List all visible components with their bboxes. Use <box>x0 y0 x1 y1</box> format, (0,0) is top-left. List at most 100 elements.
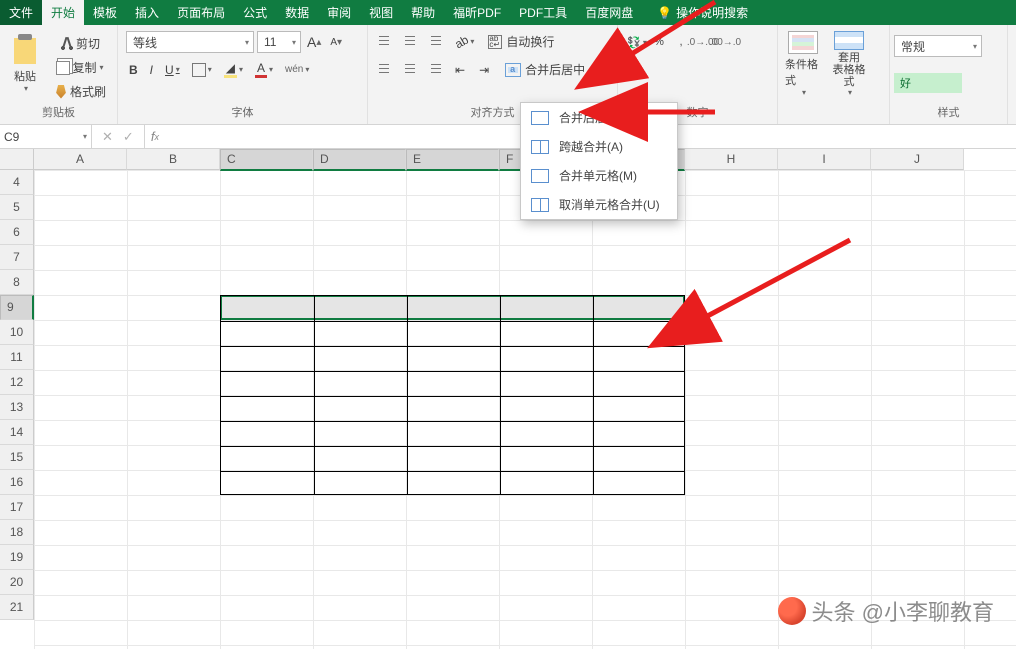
col-header-D[interactable]: D <box>313 149 406 171</box>
row-header-19[interactable]: 19 <box>0 545 34 570</box>
conditional-format-button[interactable]: 条件格式 <box>782 29 824 99</box>
bordered-region <box>220 295 685 495</box>
align-center-icon <box>402 64 418 76</box>
name-box[interactable]: C9▾ <box>0 125 92 148</box>
percent-button[interactable]: % <box>648 31 670 53</box>
font-name-select[interactable]: 等线▾ <box>126 31 254 53</box>
menu-template[interactable]: 模板 <box>84 0 126 25</box>
merge-across-item[interactable]: 跨越合并(A) <box>521 132 677 161</box>
menu-home[interactable]: 开始 <box>42 0 84 25</box>
fill-color-button[interactable]: ◢ <box>221 59 246 80</box>
menu-foxit-pdf[interactable]: 福昕PDF <box>444 0 510 25</box>
align-left-button[interactable] <box>376 62 398 78</box>
row-header-12[interactable]: 12 <box>0 370 34 395</box>
cond-format-icon <box>788 31 818 54</box>
decrease-indent-button[interactable]: ⇤ <box>452 61 468 79</box>
phonetic-button[interactable]: wén <box>282 62 312 77</box>
merge-cells-item[interactable]: 合并单元格(M) <box>521 161 677 190</box>
row-header-21[interactable]: 21 <box>0 595 34 620</box>
col-header-I[interactable]: I <box>778 149 871 170</box>
cut-button[interactable]: 剪切 <box>50 33 109 54</box>
col-header-E[interactable]: E <box>406 149 499 171</box>
group-label-clipboard: 剪贴板 <box>4 104 113 122</box>
confirm-formula-icon[interactable]: ✓ <box>123 129 134 145</box>
menu-data[interactable]: 数据 <box>276 0 318 25</box>
border-icon <box>192 63 206 77</box>
increase-indent-button[interactable]: ⇥ <box>476 61 492 79</box>
col-header-B[interactable]: B <box>127 149 220 170</box>
row-header-17[interactable]: 17 <box>0 495 34 520</box>
paste-icon <box>10 36 40 66</box>
menu-insert[interactable]: 插入 <box>126 0 168 25</box>
menu-baidu-netdisk[interactable]: 百度网盘 <box>576 0 642 25</box>
number-format-select[interactable]: 常规▾ <box>894 35 982 57</box>
format-as-table-button[interactable]: 套用 表格格式 <box>828 29 870 99</box>
row-header-5[interactable]: 5 <box>0 195 34 220</box>
select-all-corner[interactable] <box>0 149 34 170</box>
accounting-format-button[interactable]: 💱 <box>626 31 648 53</box>
paste-button[interactable]: 粘贴 <box>4 29 46 99</box>
italic-button[interactable]: I <box>147 61 156 79</box>
menu-help[interactable]: 帮助 <box>402 0 444 25</box>
row-header-13[interactable]: 13 <box>0 395 34 420</box>
tell-me[interactable]: 💡操作说明搜索 <box>648 0 757 25</box>
col-header-J[interactable]: J <box>871 149 964 170</box>
align-bottom-button[interactable] <box>422 34 444 50</box>
spreadsheet-grid: ABCDEFGHIJ 45678910111213141516171819202… <box>0 149 1016 649</box>
menu-review[interactable]: 审阅 <box>318 0 360 25</box>
row-header-16[interactable]: 16 <box>0 470 34 495</box>
col-header-H[interactable]: H <box>685 149 778 170</box>
cancel-formula-icon[interactable]: ✕ <box>102 129 113 145</box>
wrap-text-button[interactable]: abc↵自动换行 <box>485 31 557 52</box>
menu-formula[interactable]: 公式 <box>234 0 276 25</box>
row-header-15[interactable]: 15 <box>0 445 34 470</box>
row-header-9[interactable]: 9 <box>0 295 34 320</box>
col-header-C[interactable]: C <box>220 149 313 171</box>
increase-font-button[interactable]: A▴ <box>304 32 324 52</box>
unmerge-item[interactable]: 取消单元格合并(U) <box>521 190 677 219</box>
row-header-8[interactable]: 8 <box>0 270 34 295</box>
menu-file[interactable]: 文件 <box>0 0 42 25</box>
merge-center-button[interactable]: a 合并后居中▾ <box>500 58 602 81</box>
row-header-18[interactable]: 18 <box>0 520 34 545</box>
table-icon <box>834 31 864 50</box>
align-middle-icon <box>402 36 418 48</box>
format-painter-button[interactable]: 格式刷 <box>50 81 109 102</box>
align-right-button[interactable] <box>422 62 444 78</box>
row-header-10[interactable]: 10 <box>0 320 34 345</box>
menu-page-layout[interactable]: 页面布局 <box>168 0 234 25</box>
align-bottom-icon <box>425 36 441 48</box>
decrease-decimal-button[interactable]: .00→.0 <box>714 31 736 53</box>
group-font: 等线▾ 11▾ A▴ A▾ B I U ◢ A wén 字体 <box>118 25 368 124</box>
row-header-6[interactable]: 6 <box>0 220 34 245</box>
underline-button[interactable]: U <box>162 61 183 79</box>
cell-area[interactable] <box>34 170 1016 649</box>
fx-label[interactable]: fx <box>145 125 165 148</box>
menu-view[interactable]: 视图 <box>360 0 402 25</box>
bold-button[interactable]: B <box>126 61 141 79</box>
align-center-button[interactable] <box>399 62 421 78</box>
row-header-11[interactable]: 11 <box>0 345 34 370</box>
scissors-icon <box>59 36 75 52</box>
style-good[interactable]: 好 <box>894 73 962 93</box>
row-header-14[interactable]: 14 <box>0 420 34 445</box>
merge-center-item[interactable]: 合并后居中(C) <box>521 103 677 132</box>
row-header-7[interactable]: 7 <box>0 245 34 270</box>
align-top-button[interactable] <box>376 34 398 50</box>
col-header-A[interactable]: A <box>34 149 127 170</box>
brush-icon <box>53 84 69 100</box>
dec-dec-icon: .00→.0 <box>709 37 741 48</box>
menu-pdf-tool[interactable]: PDF工具 <box>510 0 576 25</box>
font-size-select[interactable]: 11▾ <box>257 31 301 53</box>
row-header-4[interactable]: 4 <box>0 170 34 195</box>
font-color-button[interactable]: A <box>252 59 276 80</box>
copy-icon <box>55 60 71 76</box>
border-button[interactable] <box>189 61 215 79</box>
copy-button[interactable]: 复制 <box>50 57 109 78</box>
align-middle-button[interactable] <box>399 34 421 50</box>
decrease-font-button[interactable]: A▾ <box>327 35 345 50</box>
watermark: 头条 @小李聊教育 <box>778 595 994 627</box>
merge-across-icon <box>531 140 549 154</box>
orientation-button[interactable]: ab <box>452 33 477 51</box>
row-header-20[interactable]: 20 <box>0 570 34 595</box>
